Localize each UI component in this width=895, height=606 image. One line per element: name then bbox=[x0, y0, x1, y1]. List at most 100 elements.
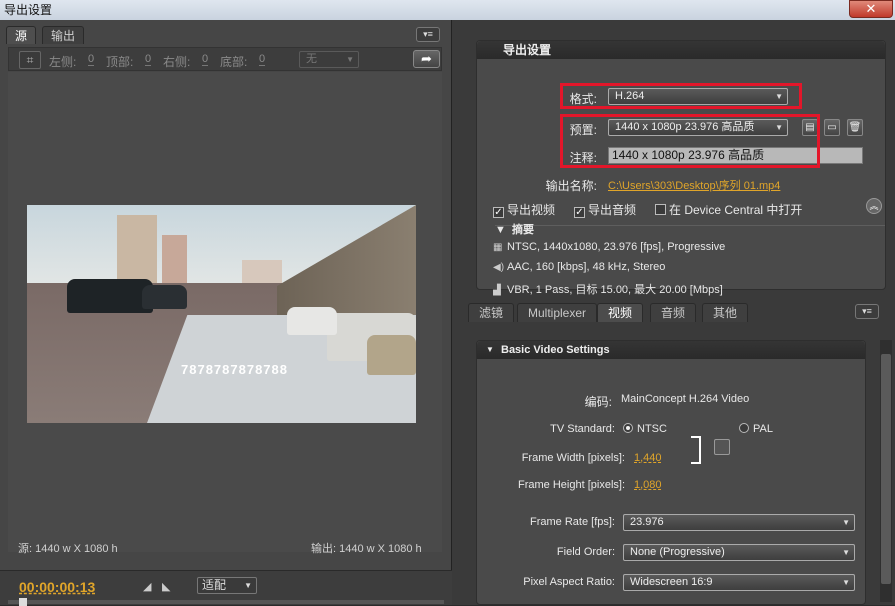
car-image bbox=[67, 279, 153, 313]
pixel-aspect-label: Pixel Aspect Ratio: bbox=[523, 576, 615, 588]
output-name-label: 输出名称: bbox=[545, 179, 597, 193]
frame-rate-value: 23.976 bbox=[630, 516, 664, 528]
chevron-down-icon: ▼ bbox=[842, 518, 850, 527]
pal-radio[interactable]: PAL bbox=[739, 423, 773, 435]
crop-ratio-value: 无 bbox=[306, 53, 317, 65]
frame-height-value[interactable]: 1,080 bbox=[634, 479, 662, 491]
video-watermark: 7878787878788 bbox=[181, 362, 288, 377]
source-output-panel: 源 输出 ▾≡ ⌗ 左侧: 0 顶部: 0 右侧: 0 底部: 0 无▼ ➦ bbox=[0, 20, 452, 606]
pal-label: PAL bbox=[753, 423, 773, 435]
tab-source[interactable]: 源 bbox=[6, 26, 37, 44]
export-audio-checkbox[interactable]: ✓ 导出音频 bbox=[574, 201, 636, 218]
window-titlebar: 导出设置 ✕ bbox=[0, 0, 895, 20]
import-preset-icon[interactable]: ▭ bbox=[824, 119, 840, 136]
tab-output[interactable]: 输出 bbox=[42, 26, 85, 44]
mark-out-icon[interactable]: ◣ bbox=[162, 580, 170, 593]
export-video-label: 导出视频 bbox=[507, 203, 556, 217]
radio-icon bbox=[739, 423, 749, 433]
car-image bbox=[287, 307, 337, 335]
crop-toolbar: ⌗ 左侧: 0 顶部: 0 右侧: 0 底部: 0 无 ▼ ➦ bbox=[8, 47, 442, 71]
export-settings-title: 导出设置 bbox=[503, 43, 552, 57]
export-settings-box: 导出设置 格式: H.264 ▼ 预置: 1440 x 1080p 23.976 … bbox=[476, 40, 886, 296]
open-dc-label: 在 Device Central 中打开 bbox=[669, 203, 803, 217]
crop-bottom-label: 底部: bbox=[220, 55, 248, 69]
frame-height-label: Frame Height [pixels]: bbox=[518, 479, 625, 491]
summary-video: ▦ NTSC, 1440x1080, 23.976 [fps], Progress… bbox=[493, 241, 725, 253]
summary-bitrate: ▟ VBR, 1 Pass, 目标 15.00, 最大 20.00 [Mbps] bbox=[493, 281, 723, 297]
ntsc-label: NTSC bbox=[637, 423, 667, 435]
basic-video-settings-title: Basic Video Settings bbox=[501, 344, 610, 356]
export-settings-header: 导出设置 bbox=[477, 41, 885, 59]
field-order-dropdown[interactable]: None (Progressive) ▼ bbox=[623, 544, 855, 561]
panel-menu-icon[interactable]: ▾≡ bbox=[416, 27, 440, 42]
mark-in-icon[interactable]: ◢ bbox=[143, 580, 151, 593]
timecode[interactable]: 00:00:00:13 bbox=[19, 579, 95, 595]
summary-bitrate-text: VBR, 1 Pass, 目标 15.00, 最大 20.00 [Mbps] bbox=[507, 284, 723, 296]
pixel-aspect-dropdown[interactable]: Widescreen 16:9 ▼ bbox=[623, 574, 855, 591]
radio-icon bbox=[623, 423, 633, 433]
open-device-central-checkbox[interactable]: 在 Device Central 中打开 bbox=[655, 201, 802, 218]
summary-toggle[interactable]: ▼ 摘要 bbox=[495, 221, 534, 237]
crop-icon[interactable]: ⌗ bbox=[19, 51, 41, 69]
codec-label: 编码: bbox=[584, 395, 612, 409]
delete-preset-icon[interactable]: 🗑 bbox=[847, 119, 863, 136]
crop-top-value[interactable]: 0 bbox=[145, 53, 152, 66]
output-dimensions: 输出: 1440 w X 1080 h bbox=[311, 543, 422, 555]
basic-video-settings-header[interactable]: ▼ Basic Video Settings bbox=[477, 341, 865, 359]
crop-left-label: 左侧: bbox=[49, 55, 77, 69]
export-arrow-icon[interactable]: ➦ bbox=[413, 50, 440, 68]
pixel-aspect-value: Widescreen 16:9 bbox=[630, 576, 713, 588]
settings-tabs: 滤镜 Multiplexer 视频 音频 其他 ▾≡ bbox=[462, 303, 894, 322]
frame-rate-label: Frame Rate [fps]: bbox=[530, 516, 615, 528]
crop-ratio-dropdown[interactable]: 无 ▼ bbox=[299, 51, 359, 68]
tab-video[interactable]: 视频 bbox=[597, 303, 644, 322]
timeline-scrubber[interactable] bbox=[8, 598, 444, 606]
crop-right-label: 右侧: bbox=[163, 55, 191, 69]
export-settings-panel: 导出设置 格式: H.264 ▼ 预置: 1440 x 1080p 23.976 … bbox=[458, 20, 895, 605]
timeline-bar: 00:00:00:13 ◢ ◣ 适配 ▼ bbox=[0, 570, 452, 606]
video-icon: ▦ bbox=[493, 242, 503, 253]
tab-audio[interactable]: 音频 bbox=[650, 303, 697, 322]
frame-width-label: Frame Width [pixels]: bbox=[521, 452, 625, 464]
preview-area: 7878787878788 bbox=[8, 72, 442, 552]
chevron-down-icon: ▼ bbox=[842, 548, 850, 557]
export-audio-label: 导出音频 bbox=[588, 203, 637, 217]
field-order-label: Field Order: bbox=[556, 546, 615, 558]
link-bracket-icon bbox=[691, 436, 701, 464]
constrain-proportions-checkbox[interactable] bbox=[714, 439, 730, 455]
export-video-checkbox[interactable]: ✓ 导出视频 bbox=[493, 201, 555, 218]
left-tabs: 源 输出 ▾≡ bbox=[0, 24, 452, 44]
output-name-link[interactable]: C:\Users\303\Desktop\序列 01.mp4 bbox=[608, 177, 780, 193]
car-image bbox=[367, 335, 416, 375]
tab-other[interactable]: 其他 bbox=[702, 303, 749, 322]
crop-right-value[interactable]: 0 bbox=[202, 53, 209, 66]
video-frame: 7878787878788 bbox=[27, 205, 416, 423]
checkbox-icon: ✓ bbox=[574, 207, 585, 218]
close-button[interactable]: ✕ bbox=[849, 0, 893, 18]
panel-menu-icon[interactable]: ▾≡ bbox=[855, 304, 879, 319]
tab-multiplexer[interactable]: Multiplexer bbox=[517, 303, 598, 322]
window-title: 导出设置 bbox=[4, 3, 53, 17]
summary-audio: ◀) AAC, 160 [kbps], 48 kHz, Stereo bbox=[493, 261, 665, 273]
crop-bottom-value[interactable]: 0 bbox=[259, 53, 266, 66]
main-frame: 源 输出 ▾≡ ⌗ 左侧: 0 顶部: 0 右侧: 0 底部: 0 无▼ ➦ bbox=[0, 20, 895, 606]
format-highlight bbox=[560, 83, 802, 109]
scrollbar[interactable] bbox=[880, 340, 892, 602]
zoom-fit-value: 适配 bbox=[202, 578, 227, 592]
zoom-fit-dropdown[interactable]: 适配 ▼ bbox=[197, 577, 257, 594]
ntsc-radio[interactable]: NTSC bbox=[623, 423, 667, 435]
scroll-thumb[interactable] bbox=[881, 354, 891, 584]
crop-left-value[interactable]: 0 bbox=[88, 53, 95, 66]
speaker-icon: ◀) bbox=[493, 262, 505, 273]
summary-title: 摘要 bbox=[512, 224, 534, 236]
frame-width-value[interactable]: 1,440 bbox=[634, 452, 662, 464]
video-settings-panel: ▼ Basic Video Settings 编码: MainConcept H.… bbox=[476, 340, 866, 605]
codec-value: MainConcept H.264 Video bbox=[621, 393, 750, 405]
summary-audio-text: AAC, 160 [kbps], 48 kHz, Stereo bbox=[507, 261, 666, 273]
tab-filters[interactable]: 滤镜 bbox=[468, 303, 515, 322]
chevron-down-icon: ▼ bbox=[486, 345, 494, 354]
frame-rate-dropdown[interactable]: 23.976 ▼ bbox=[623, 514, 855, 531]
bitrate-icon: ▟ bbox=[493, 285, 501, 296]
collapse-icon[interactable]: ︽ bbox=[866, 198, 882, 214]
building-image bbox=[117, 215, 157, 285]
